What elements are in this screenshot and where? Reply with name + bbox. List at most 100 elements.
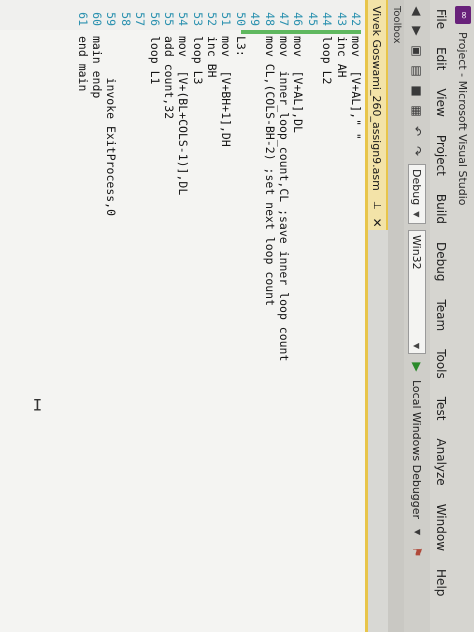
- document-tab[interactable]: Vivek Goswami_260_assign9.asm ⊥ ✕: [368, 0, 388, 230]
- code-text: add count,32: [161, 36, 176, 120]
- code-line[interactable]: 46 mov [V+AL],DL: [291, 0, 305, 632]
- line-number: 55: [161, 12, 176, 26]
- line-number: 47: [277, 12, 292, 26]
- code-line[interactable]: 61 end main: [75, 0, 90, 632]
- line-number: 46: [291, 12, 306, 26]
- menu-window[interactable]: Window: [434, 495, 448, 560]
- code-text: mov CL,(COLS-BH-2) ;set next loop count: [262, 36, 277, 307]
- menu-view[interactable]: View: [434, 79, 448, 125]
- menu-help[interactable]: Help: [434, 560, 448, 605]
- close-tab-icon[interactable]: ✕: [370, 218, 384, 228]
- document-tab-title: Vivek Goswami_260_assign9.asm: [370, 6, 384, 191]
- menu-edit[interactable]: Edit: [434, 38, 448, 79]
- menu-team[interactable]: Team: [434, 290, 448, 340]
- tab-underline: [365, 0, 368, 632]
- forward-icon[interactable]: ▶: [410, 24, 424, 38]
- code-line[interactable]: 55 add count,32: [162, 0, 176, 632]
- menu-tools[interactable]: Tools: [434, 340, 448, 388]
- ide-window: ∞ Project - Microsoft Visual Studio File…: [0, 0, 474, 632]
- code-text: inc AH: [334, 36, 349, 78]
- code-line[interactable]: 57: [133, 0, 147, 632]
- line-number: 59: [104, 12, 119, 26]
- line-number: 53: [190, 12, 205, 26]
- line-number: 42: [349, 12, 363, 26]
- code-line[interactable]: 49: [248, 0, 262, 632]
- menu-bar: File Edit View Project Build Debug Team …: [430, 0, 452, 632]
- code-line[interactable]: 56 loop L1: [147, 0, 162, 632]
- code-text: main endp: [89, 36, 104, 99]
- code-line[interactable]: 48 mov CL,(COLS-BH-2) ;set next loop coun…: [262, 0, 277, 632]
- new-project-icon[interactable]: ▣: [410, 44, 424, 58]
- code-line[interactable]: 45: [305, 0, 320, 632]
- open-file-icon[interactable]: ▤: [410, 64, 424, 78]
- chevron-down-icon[interactable]: ▼: [410, 525, 424, 539]
- code-editor[interactable]: 42 mov [V+AL]," " 43 inc AH 44 loop L2 45 4…: [0, 0, 365, 632]
- code-text: invoke ExitProcess,0: [104, 36, 119, 217]
- code-line[interactable]: 58: [118, 0, 133, 632]
- line-number: 57: [133, 12, 148, 26]
- pin-icon[interactable]: ⚑: [410, 545, 424, 559]
- line-number: 50: [233, 12, 248, 26]
- line-number: 60: [89, 12, 104, 26]
- line-number: 54: [176, 12, 191, 26]
- code-line[interactable]: 51 mov [V+BH+1],DH: [219, 0, 233, 632]
- save-icon[interactable]: ■: [410, 84, 424, 98]
- visual-studio-logo-icon: ∞: [455, 6, 471, 24]
- line-number: 45: [305, 12, 320, 26]
- menu-file[interactable]: File: [434, 0, 448, 38]
- line-number: 44: [320, 12, 335, 26]
- code-text: loop L2: [320, 36, 335, 85]
- configuration-value: Debug: [410, 169, 424, 206]
- code-line[interactable]: 42 mov [V+AL]," ": [349, 0, 363, 632]
- code-text: mov inner_loop_count,CL ;save inner loop…: [277, 36, 292, 362]
- code-text: loop L3: [190, 36, 205, 85]
- code-text: mov [V+(BL+COLS-1)],DL: [176, 36, 191, 196]
- code-line[interactable]: 59 invoke ExitProcess,0: [104, 0, 118, 632]
- debugger-button[interactable]: Local Windows Debugger: [411, 380, 424, 519]
- menu-debug[interactable]: Debug: [434, 233, 448, 290]
- menu-project[interactable]: Project: [434, 126, 448, 185]
- code-text: end main: [75, 36, 90, 92]
- menu-test[interactable]: Test: [434, 388, 448, 430]
- toolbar: ◀ ▶ ▣ ▤ ■ ▦ ↶ ↷ Debug ▼ Win32 ▼ ▶ Local …: [404, 0, 430, 632]
- code-text: mov [V+AL],DL: [291, 36, 306, 133]
- code-text: mov [V+BH+1],DH: [219, 36, 234, 147]
- start-debugging-icon[interactable]: ▶: [410, 360, 424, 374]
- code-line[interactable]: 53 loop L3: [190, 0, 205, 632]
- code-lines: 42 mov [V+AL]," " 43 inc AH 44 loop L2 45 4…: [75, 0, 363, 632]
- code-text: L3:: [233, 36, 248, 57]
- window-title: Project - Microsoft Visual Studio: [456, 32, 470, 206]
- line-number: 52: [205, 12, 220, 26]
- line-number: 48: [262, 12, 277, 26]
- undo-icon[interactable]: ↶: [410, 124, 424, 138]
- line-number: 51: [219, 12, 234, 26]
- chevron-down-icon: ▼: [412, 342, 422, 349]
- code-line[interactable]: 43 inc AH: [334, 0, 349, 632]
- chevron-down-icon: ▼: [412, 211, 422, 218]
- menu-analyze[interactable]: Analyze: [434, 429, 448, 494]
- code-line[interactable]: 50 L3:: [233, 0, 248, 632]
- save-all-icon[interactable]: ▦: [410, 104, 424, 118]
- platform-value: Win32: [410, 235, 424, 270]
- title-bar: ∞ Project - Microsoft Visual Studio: [452, 0, 474, 632]
- text-cursor-icon: I: [32, 395, 43, 415]
- code-text: mov [V+AL]," ": [349, 36, 363, 140]
- line-number: 58: [118, 12, 133, 26]
- code-line[interactable]: 44 loop L2: [320, 0, 334, 632]
- configuration-select[interactable]: Debug ▼: [408, 164, 426, 224]
- code-line[interactable]: 47 mov inner_loop_count,CL ;save inner lo…: [277, 0, 291, 632]
- code-line[interactable]: 52 inc BH: [205, 0, 219, 632]
- redo-icon[interactable]: ↷: [410, 144, 424, 158]
- platform-select[interactable]: Win32 ▼: [408, 230, 426, 354]
- menu-build[interactable]: Build: [434, 185, 448, 233]
- back-icon[interactable]: ◀: [410, 4, 424, 18]
- pin-tab-icon[interactable]: ⊥: [372, 201, 383, 210]
- code-text: loop L1: [147, 36, 162, 85]
- code-line[interactable]: 54 mov [V+(BL+COLS-1)],DL: [176, 0, 190, 632]
- code-text: inc BH: [205, 36, 220, 78]
- line-number: 56: [147, 12, 162, 26]
- line-number: 49: [248, 12, 263, 26]
- line-number: 43: [334, 12, 349, 26]
- toolbox-tab[interactable]: Toolbox: [388, 0, 404, 632]
- code-line[interactable]: 60 main endp: [90, 0, 104, 632]
